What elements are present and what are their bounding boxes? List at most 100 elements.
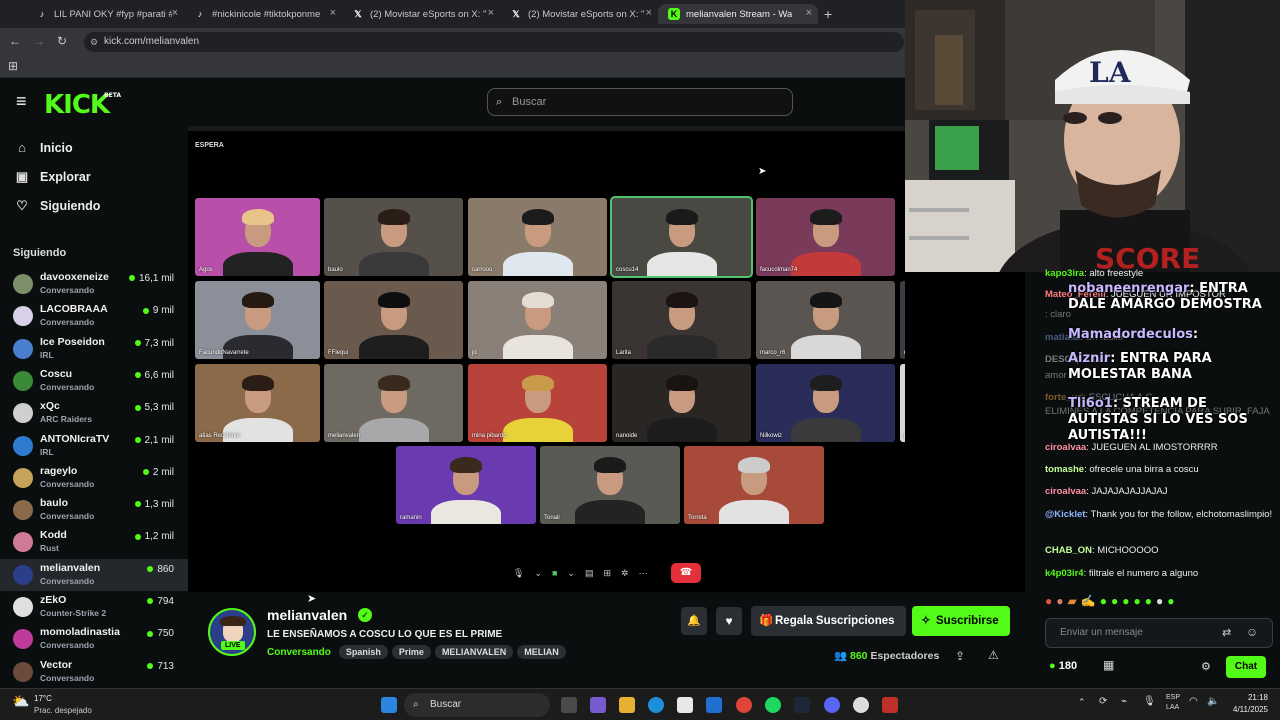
tag[interactable]: MELIANVALEN [434,645,514,659]
nav-inicio[interactable]: ⌂ Inicio [14,140,73,155]
wifi-icon[interactable]: ◠ [1189,696,1198,707]
chevron-down-icon[interactable]: ⌄ [534,568,542,579]
close-tab-icon[interactable]: × [806,7,812,19]
chat-input[interactable]: Enviar un mensaje ⇄ ☺ [1045,618,1273,648]
edge-icon[interactable] [648,697,664,713]
following-item[interactable]: momoladinastia Conversando 750 [0,623,188,655]
emote-icon[interactable]: ● [1167,594,1174,610]
following-item[interactable]: ANTONIcraTV IRL 2,1 mil [0,430,188,462]
report-icon[interactable]: ⚠ [988,648,999,662]
emote-icon[interactable]: ● [1045,594,1052,610]
following-item[interactable]: melianvalen Conversando 860 [0,558,188,591]
back-icon[interactable]: ← [9,34,21,48]
reload-icon[interactable]: ↻ [57,34,67,48]
chrome-icon[interactable] [736,697,752,713]
chat-username[interactable]: ciroalvaa [1045,486,1086,497]
layout-icon[interactable]: ⊞ [603,568,611,579]
nav-siguiendo[interactable]: ♡ Siguiendo [14,198,100,214]
chat-username[interactable]: kapo3ira [1045,268,1084,279]
new-tab-icon[interactable]: + [824,6,832,22]
apps-grid-icon[interactable]: ⊞ [8,59,18,73]
chevron-up-icon[interactable]: ⌃ [1078,697,1086,708]
input-language[interactable]: ESP [1166,694,1180,701]
sync-icon[interactable]: ⟳ [1099,696,1107,707]
close-tab-icon[interactable]: × [488,7,494,19]
channel-name[interactable]: melianvalen [267,607,347,623]
following-item[interactable]: Vector Conversando 713 [0,656,188,688]
emote-icon[interactable]: ● [1056,594,1063,610]
outlook-icon[interactable] [706,697,722,713]
obs-icon[interactable] [853,697,869,713]
spotify-icon[interactable] [765,697,781,713]
browser-tab-1[interactable]: ♪ LIL PANI OKY #fyp #parati #oky × [26,4,184,24]
subscribe-button[interactable]: ✧ Suscribirse [912,606,1010,636]
following-item[interactable]: xQc ARC Raiders 5,3 mil [0,397,188,429]
tag[interactable]: MELIAN [517,645,566,659]
follow-button[interactable]: ♥ [716,607,742,635]
chat-username[interactable]: @Kicklet [1045,509,1085,520]
translate-icon[interactable]: ⇄ [1222,626,1231,639]
following-item[interactable]: Ice Poseidon IRL 7,3 mil [0,333,188,365]
clock-time[interactable]: 21:18 [1220,693,1268,702]
camera-icon[interactable]: ■ [552,568,557,578]
nav-explorar[interactable]: ▣ Explorar [14,169,91,185]
url-field[interactable]: ⚙ kick.com/melianvalen [84,32,904,52]
browser-tab-4[interactable]: 𝕏 (2) Movistar eSports on X: " × [500,4,658,24]
notifications-button[interactable]: 🔔 [681,607,707,635]
kick-logo[interactable]: KICK BETA [44,90,121,120]
site-info-icon[interactable]: ⚙ [90,32,98,52]
browser-tab-2[interactable]: ♪ #nickinicole #tiktokponme × [184,4,342,24]
steam-icon[interactable] [794,697,810,713]
windows-start-icon[interactable] [381,697,397,713]
following-item[interactable]: Kodd Rust 1,2 mil [0,526,188,558]
close-tab-icon[interactable]: × [172,7,178,19]
emote-icon[interactable]: ● [1122,594,1129,610]
store-icon[interactable]: ▦ [1103,658,1114,672]
emote-icon[interactable]: ● [1133,594,1140,610]
emote-icon[interactable]: ● [1156,594,1163,610]
app-icon[interactable] [882,697,898,713]
chat-username[interactable]: CHAB_ON [1045,545,1092,556]
emote-icon[interactable]: ✍ [1081,594,1096,610]
video-player[interactable]: ESPERA ➤ Agos baulo carrooo coscu14 facucolm… [188,126,1039,592]
file-explorer-icon[interactable] [619,697,635,713]
emoji-icon[interactable]: ☺ [1246,625,1258,639]
forward-icon[interactable]: → [33,34,45,48]
chat-send-button[interactable]: Chat [1226,656,1266,678]
chat-username[interactable]: tomashe [1045,464,1084,475]
following-item[interactable]: rageylo Conversando 2 mil [0,462,188,494]
following-item[interactable]: Coscu Conversando 6,6 mil [0,365,188,397]
menu-icon[interactable]: ≡ [16,92,27,110]
captions-icon[interactable]: ▤ [585,568,594,579]
more-icon[interactable]: ⋯ [639,568,648,579]
mic-icon[interactable]: 🎙 [513,568,524,579]
emote-icon[interactable]: ● [1100,594,1107,610]
following-item[interactable]: baulo Conversando 1,3 mil [0,494,188,526]
chat-username[interactable]: k4p03ir4 [1045,568,1084,579]
settings-gear-icon[interactable]: ⚙ [1201,660,1211,673]
network-icon[interactable]: ⌁ [1121,696,1127,707]
search-input[interactable]: ⌕ Buscar [487,88,793,116]
gift-subs-button[interactable]: 🎁 Regala Suscripciones [751,606,906,636]
close-tab-icon[interactable]: × [330,7,336,19]
task-view-icon[interactable] [561,697,577,713]
mic-icon[interactable]: 🎙 [1143,696,1156,707]
browser-tab-3[interactable]: 𝕏 (2) Movistar eSports on X: " × [342,4,500,24]
store-icon[interactable] [677,697,693,713]
weather-icon[interactable]: ⛅ [12,693,29,710]
volume-icon[interactable]: 🔈 [1207,696,1219,707]
effects-icon[interactable]: ✲ [621,568,629,579]
following-item[interactable]: davooxeneize Conversando 16,1 mil [0,268,188,300]
discord-icon[interactable] [824,697,840,713]
emote-icon[interactable]: ● [1145,594,1152,610]
share-icon[interactable]: ⇪ [955,649,965,663]
hangup-button[interactable]: ☎ [671,563,701,583]
tag[interactable]: Spanish [338,645,388,659]
close-tab-icon[interactable]: × [646,7,652,19]
category-link[interactable]: Conversando [267,647,331,658]
tag[interactable]: Prime [391,645,431,659]
chevron-down-icon[interactable]: ⌄ [567,568,575,579]
emote-icon[interactable]: ● [1111,594,1118,610]
copilot-icon[interactable] [590,697,606,713]
following-item[interactable]: LACOBRAAA Conversando 9 mil [0,300,188,332]
